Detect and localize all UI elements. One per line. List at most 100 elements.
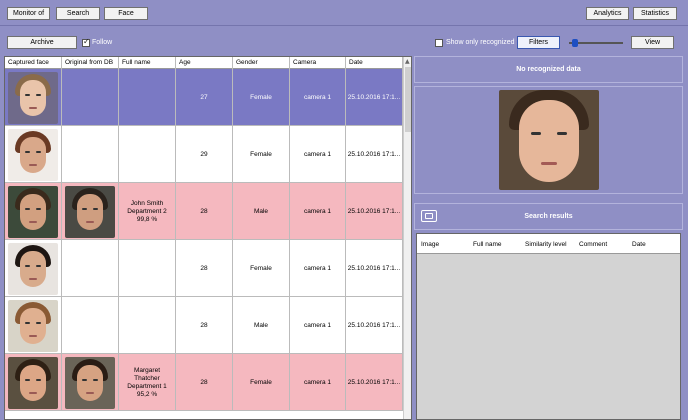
age-cell: 29 [176,126,233,183]
full-name-line: 99,8 % [136,215,158,223]
full-name-cell: Margaret Thatcher Department 1 95,2 % [119,354,176,411]
date-value: 25.10.2016 17:1... [347,322,401,329]
gender-cell: Male [233,183,290,240]
db-face-image [65,356,115,409]
full-name-line: Thatcher [134,374,160,382]
view-button[interactable]: View [631,36,674,49]
gender-value: Male [253,208,269,215]
camera-cell: camera 1 [290,297,346,354]
full-name-line: Department 2 [127,207,167,215]
gender-cell: Female [233,240,290,297]
captured-face-cell [5,69,62,126]
camera-cell: camera 1 [290,240,346,297]
column-header[interactable]: Captured face [5,57,62,69]
full-name-cell [119,69,176,126]
gender-cell: Female [233,354,290,411]
age-value: 28 [200,322,208,329]
table-row[interactable]: 29 Female camera 1 25.10.2016 17:1... [5,126,403,183]
column-header[interactable]: Image [417,234,467,254]
camera-value: camera 1 [303,208,332,215]
camera-value: camera 1 [303,322,332,329]
column-header[interactable]: Date [346,57,403,69]
captured-face-image [8,299,58,352]
db-face-cell [62,126,119,183]
date-value: 25.10.2016 17:1... [347,379,401,386]
table-row[interactable]: Margaret Thatcher Department 1 95,2 % 28 Fema… [5,354,403,411]
camera-value: camera 1 [303,379,332,386]
follow-checkbox[interactable] [82,37,90,47]
date-cell: 25.10.2016 17:1... [346,354,403,411]
column-header[interactable]: Similarity level [521,234,575,254]
captured-face-cell [5,240,62,297]
threshold-slider-thumb[interactable] [572,39,578,47]
age-cell: 28 [176,240,233,297]
gender-value: Female [250,379,272,386]
search-results-title: Search results [524,213,573,220]
statistics-button[interactable]: Statistics [633,7,677,20]
search-results-table: Image Full name Similarity level Comment… [416,233,681,420]
table-row[interactable]: John Smith Department 2 99,8 % 28 Male camera… [5,183,403,240]
full-name-line: Margaret [133,366,160,374]
gender-cell: Male [233,297,290,354]
column-header[interactable]: Gender [233,57,290,69]
recognized-data-title: No recognized data [516,66,581,73]
date-value: 25.10.2016 17:1... [347,94,401,101]
scroll-up-icon[interactable]: ▲ [405,58,410,65]
follow-label: Follow [92,39,113,46]
search-results-header: Search results [414,203,683,230]
full-name-line: 95,2 % [136,390,158,398]
gender-value: Female [250,94,272,101]
db-face-cell [62,240,119,297]
date-cell: 25.10.2016 17:1... [346,69,403,126]
archive-button[interactable]: Archive [7,36,77,49]
age-cell: 28 [176,183,233,240]
gender-value: Female [250,151,272,158]
gender-value: Male [253,322,269,329]
camera-cell: camera 1 [290,354,346,411]
full-name-line: John Smith [130,199,164,207]
db-face-cell [62,297,119,354]
captured-face-image [8,185,58,238]
age-value: 29 [200,151,208,158]
date-value: 25.10.2016 17:1... [347,151,401,158]
db-face-cell [62,69,119,126]
column-header[interactable]: Camera [290,57,346,69]
captured-face-cell [5,183,62,240]
age-cell: 28 [176,297,233,354]
db-face-cell [62,183,119,240]
filters-button[interactable]: Filters [517,36,560,49]
date-value: 25.10.2016 17:1... [347,265,401,272]
table-scrollbar[interactable]: ▲ [403,57,411,419]
analytics-button[interactable]: Analytics [586,7,629,20]
date-value: 25.10.2016 17:1... [347,208,401,215]
column-header[interactable]: Age [176,57,233,69]
monitor-button[interactable]: Monitor of [7,7,50,20]
age-cell: 28 [176,354,233,411]
column-header[interactable]: Full name [469,234,521,254]
full-name-cell: John Smith Department 2 99,8 % [119,183,176,240]
search-button[interactable]: Search [56,7,100,20]
table-row[interactable]: 28 Male camera 1 25.10.2016 17:1... [5,297,403,354]
camera-cell: camera 1 [290,69,346,126]
full-name-cell [119,240,176,297]
db-face-image [65,185,115,238]
top-toolbar: Monitor of Search Face Analytics Statist… [0,0,688,26]
table-row[interactable]: 28 Female camera 1 25.10.2016 17:1... [5,240,403,297]
captured-face-cell [5,126,62,183]
camera-value: camera 1 [303,265,332,272]
scroll-thumb[interactable] [405,67,411,132]
column-header[interactable]: Original from DB [62,57,119,69]
column-header[interactable]: Date [628,234,680,254]
column-header[interactable]: Comment [575,234,628,254]
table-row[interactable]: 27 Female camera 1 25.10.2016 17:1... [5,69,403,126]
face-monitor-window: Monitor of Search Face Analytics Statist… [0,0,688,420]
face-button[interactable]: Face [104,7,148,20]
show-only-recognized-checkbox[interactable] [435,39,443,47]
date-cell: 25.10.2016 17:1... [346,297,403,354]
age-value: 28 [200,265,208,272]
column-header[interactable]: Full name [119,57,176,69]
date-cell: 25.10.2016 17:1... [346,240,403,297]
date-cell: 25.10.2016 17:1... [346,183,403,240]
captured-face-cell [5,297,62,354]
camera-value: camera 1 [303,151,332,158]
